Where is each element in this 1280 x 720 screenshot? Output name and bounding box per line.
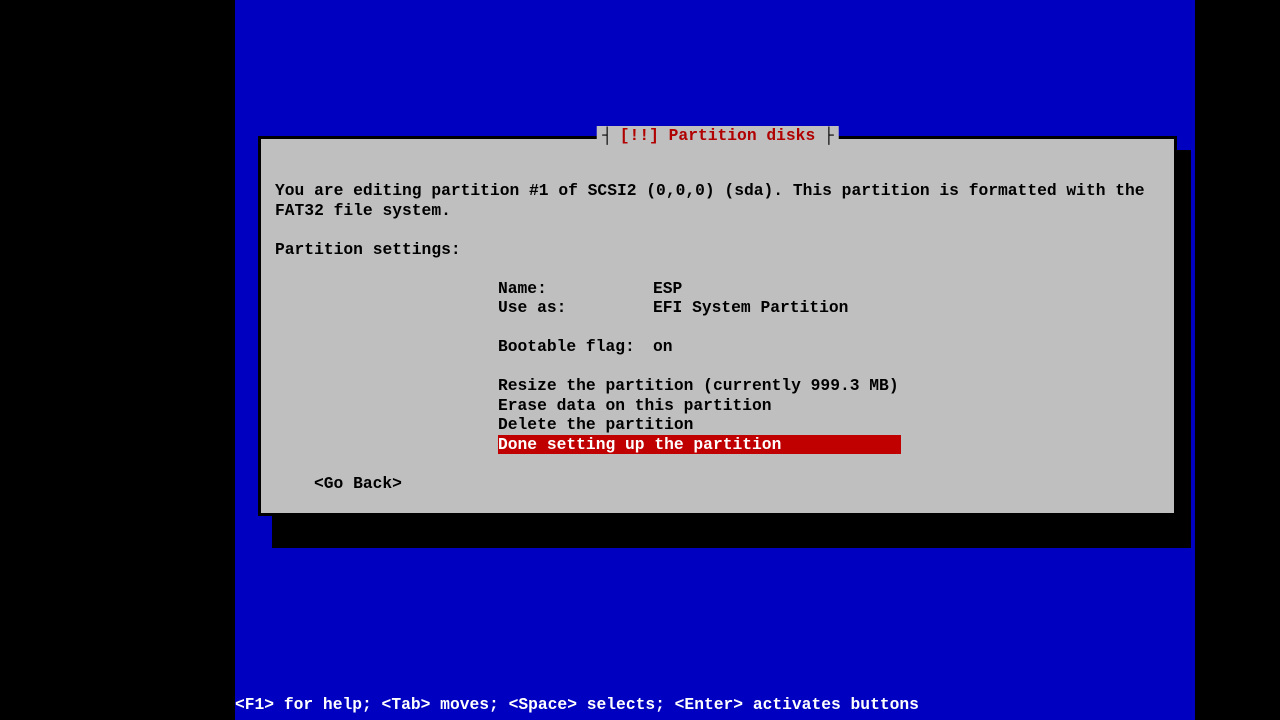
settings-header: Partition settings: — [275, 240, 1160, 260]
dialog-content: You are editing partition #1 of SCSI2 (0… — [261, 139, 1174, 507]
setting-bootable-row[interactable]: Bootable flag: on — [498, 337, 1160, 357]
action-erase[interactable]: Erase data on this partition — [498, 396, 1160, 416]
dialog-title: ┤ [!!] Partition disks ├ — [596, 126, 839, 145]
setting-name-row[interactable]: Name: ESP — [498, 279, 1160, 299]
status-bar: <F1> for help; <Tab> moves; <Space> sele… — [235, 695, 919, 714]
title-marker: [!!] — [620, 126, 659, 145]
setting-bootable-label: Bootable flag: — [498, 337, 653, 357]
setting-useas-value: EFI System Partition — [653, 298, 848, 318]
partition-dialog: ┤ [!!] Partition disks ├ You are editing… — [258, 136, 1177, 516]
action-delete[interactable]: Delete the partition — [498, 415, 1160, 435]
go-back-button[interactable]: <Go Back> — [314, 474, 1160, 494]
partition-description: You are editing partition #1 of SCSI2 (0… — [275, 181, 1160, 220]
setting-name-value: ESP — [653, 279, 682, 299]
action-resize[interactable]: Resize the partition (currently 999.3 MB… — [498, 376, 1160, 396]
setting-useas-label: Use as: — [498, 298, 653, 318]
setting-useas-row[interactable]: Use as: EFI System Partition — [498, 298, 1160, 318]
setting-bootable-value: on — [653, 337, 673, 357]
action-done[interactable]: Done setting up the partition — [498, 435, 901, 455]
title-text: Partition disks — [669, 126, 816, 145]
setting-name-label: Name: — [498, 279, 653, 299]
